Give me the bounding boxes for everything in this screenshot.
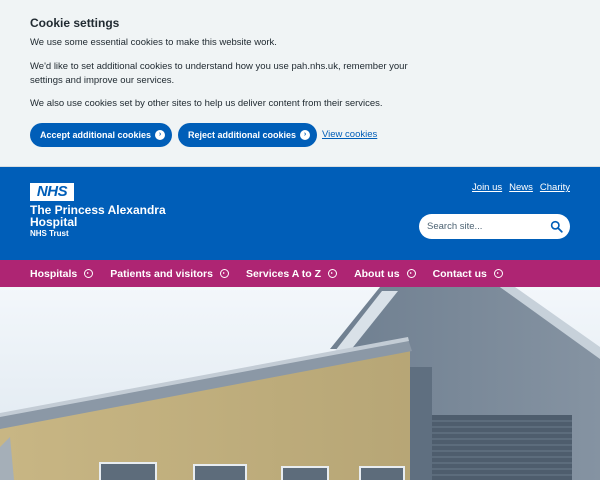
- main-navigation: Hospitals Patients and visitors Services…: [0, 260, 600, 287]
- cookie-title: Cookie settings: [30, 16, 120, 30]
- cookie-text-essential: We use some essential cookies to make th…: [30, 37, 277, 48]
- nav-item-services-a-to-z[interactable]: Services A to Z: [245, 267, 338, 280]
- join-us-link[interactable]: Join us: [472, 182, 502, 193]
- nav-item-label: About us: [354, 267, 400, 280]
- cookie-banner: Cookie settings We use some essential co…: [0, 0, 600, 167]
- nav-item-label: Hospitals: [30, 267, 78, 280]
- search-icon[interactable]: [550, 220, 563, 233]
- search-input[interactable]: [427, 219, 547, 234]
- reject-cookies-label: Reject additional cookies: [188, 130, 297, 140]
- nav-item-hospitals[interactable]: Hospitals: [30, 267, 94, 280]
- organisation-subtitle: NHS Trust: [30, 229, 69, 238]
- chevron-right-icon: ›: [155, 130, 165, 140]
- hospital-building-illustration: [0, 287, 600, 480]
- chevron-circle-icon: [406, 269, 416, 278]
- chevron-right-icon: ›: [300, 130, 310, 140]
- charity-link[interactable]: Charity: [540, 182, 570, 193]
- news-link[interactable]: News: [509, 182, 533, 193]
- nav-item-label: Services A to Z: [245, 267, 322, 280]
- chevron-circle-icon: [219, 269, 229, 278]
- organisation-name[interactable]: The Princess Alexandra Hospital: [30, 204, 200, 228]
- nav-item-about-us[interactable]: About us: [354, 268, 416, 280]
- nav-item-label: Patients and visitors: [110, 267, 213, 280]
- view-cookies-link[interactable]: View cookies: [322, 129, 377, 140]
- chevron-circle-icon: [328, 269, 338, 278]
- cookie-text-third-party: We also use cookies set by other sites t…: [30, 98, 383, 109]
- nav-item-contact-us[interactable]: Contact us: [433, 268, 503, 280]
- nav-item-patients-and-visitors[interactable]: Patients and visitors: [110, 268, 229, 280]
- accept-cookies-button[interactable]: Accept additional cookies ›: [30, 123, 172, 147]
- chevron-circle-icon: [493, 269, 503, 278]
- accept-cookies-label: Accept additional cookies: [40, 130, 152, 140]
- nhs-logo[interactable]: NHS: [30, 183, 74, 201]
- nav-item-label: Contact us: [432, 267, 487, 280]
- chevron-circle-icon: [84, 269, 94, 278]
- search-box: [419, 214, 570, 239]
- hero-image: [0, 287, 600, 480]
- header-links: Join us News Charity: [472, 182, 570, 193]
- cookie-text-additional: We'd like to set additional cookies to u…: [30, 61, 408, 86]
- site-header: NHS The Princess Alexandra Hospital NHS …: [0, 167, 600, 260]
- reject-cookies-button[interactable]: Reject additional cookies ›: [178, 123, 317, 147]
